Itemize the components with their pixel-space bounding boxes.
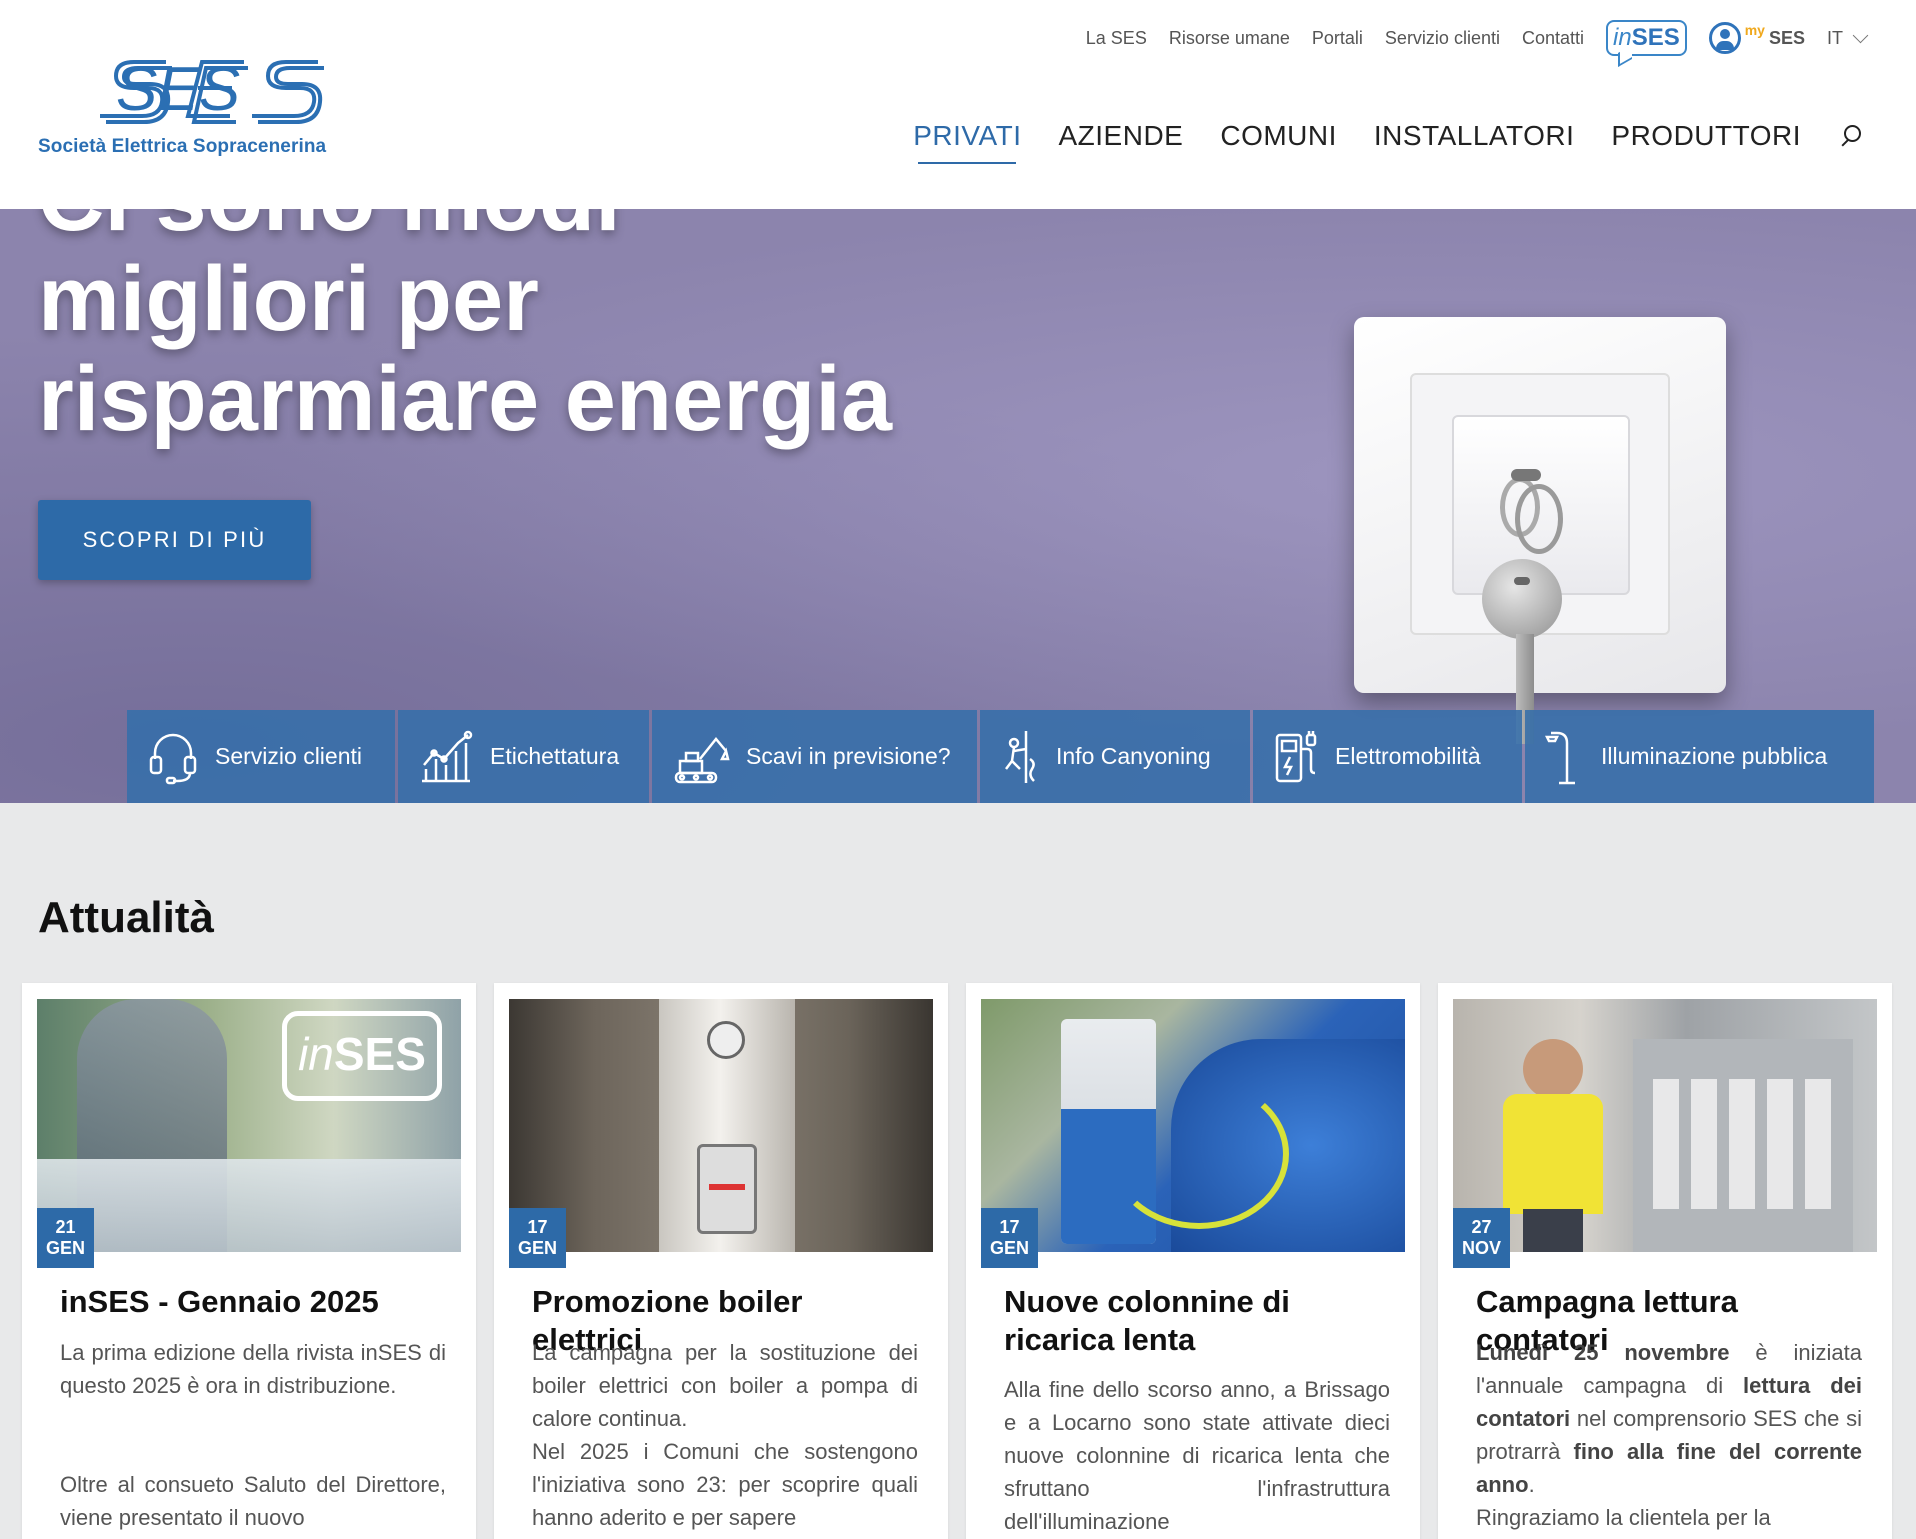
news-card[interactable]: inSES 21 GEN inSES - Gennaio 2025 La prim… bbox=[22, 983, 476, 1539]
news-card[interactable]: 17 GEN Promozione boiler elettrici La cam… bbox=[494, 983, 948, 1539]
myses-link[interactable]: my SES bbox=[1708, 22, 1805, 54]
news-card-title[interactable]: Nuove colonnine di ricarica lenta bbox=[1004, 1283, 1390, 1359]
news-card-excerpt: Alla fine dello scorso anno, a Brissago … bbox=[1004, 1377, 1390, 1534]
news-card-excerpt: Ringraziamo la clientela per la bbox=[1476, 1505, 1771, 1530]
news-card-excerpt: La prima edizione della rivista inSES di… bbox=[60, 1340, 446, 1398]
news-card-excerpt: La campagna per la sostituzione dei boil… bbox=[532, 1340, 918, 1431]
quicklink-servizio-clienti[interactable]: Servizio clienti bbox=[127, 710, 395, 803]
excavator-icon bbox=[674, 736, 730, 783]
topnav-servizio-clienti[interactable]: Servizio clienti bbox=[1385, 28, 1500, 49]
utility-nav: La SES Risorse umane Portali Servizio cl… bbox=[1086, 16, 1869, 60]
quicklink-illuminazione[interactable]: Illuminazione pubblica bbox=[1525, 710, 1874, 803]
news-card-excerpt: Oltre al consueto Saluto del Direttore, … bbox=[60, 1472, 446, 1530]
news-card[interactable]: 27 NOV Campagna lettura contatori Lunedì … bbox=[1438, 983, 1892, 1539]
topnav-portali[interactable]: Portali bbox=[1312, 28, 1363, 49]
ses-logo[interactable]: SES Società Elettrica Sopracenerina bbox=[36, 52, 356, 162]
quick-links-bar: Servizio clienti Etichettatura Scavi in … bbox=[127, 710, 1874, 803]
news-card[interactable]: 17 GEN Nuove colonnine di ricarica lenta … bbox=[966, 983, 1420, 1539]
news-card-image bbox=[1453, 999, 1877, 1252]
nav-installatori[interactable]: INSTALLATORI bbox=[1374, 120, 1575, 152]
inses-link[interactable]: inSES bbox=[1606, 16, 1687, 60]
quicklink-scavi[interactable]: Scavi in previsione? bbox=[652, 710, 977, 803]
streetlight-icon bbox=[1545, 731, 1575, 784]
news-card-title[interactable]: inSES - Gennaio 2025 bbox=[60, 1283, 446, 1321]
inses-logo-icon: inSES bbox=[282, 1011, 442, 1101]
user-icon bbox=[1708, 22, 1741, 54]
hero-banner: Ci sono modi migliori per risparmiare en… bbox=[0, 209, 1916, 803]
news-cards: inSES 21 GEN inSES - Gennaio 2025 La prim… bbox=[22, 983, 1892, 1539]
news-date-badge: 27 NOV bbox=[1453, 1208, 1510, 1268]
charging-station-icon bbox=[1275, 730, 1317, 782]
news-section-title: Attualità bbox=[38, 893, 214, 942]
inses-logo-icon: inSES bbox=[1606, 20, 1687, 56]
discover-more-button[interactable]: SCOPRI DI PIÙ bbox=[38, 500, 311, 580]
nav-comuni[interactable]: COMUNI bbox=[1220, 120, 1337, 152]
news-date-badge: 21 GEN bbox=[37, 1208, 94, 1268]
site-header: SES Società Elettrica Sopracenerina La S… bbox=[0, 0, 1916, 209]
quicklink-elettromobilita[interactable]: Elettromobilità bbox=[1253, 710, 1522, 803]
news-date-badge: 17 GEN bbox=[509, 1208, 566, 1268]
canyoning-icon bbox=[1005, 730, 1035, 783]
news-card-image: inSES bbox=[37, 999, 461, 1252]
ses-logo-mark: SES bbox=[100, 55, 324, 124]
quicklink-etichettatura[interactable]: Etichettatura bbox=[398, 710, 649, 803]
topnav-contatti[interactable]: Contatti bbox=[1522, 28, 1584, 49]
news-card-image bbox=[509, 999, 933, 1252]
key-image bbox=[1482, 559, 1562, 639]
news-card-image bbox=[981, 999, 1405, 1252]
hero-title: Ci sono modi migliori per risparmiare en… bbox=[38, 209, 893, 450]
nav-produttori[interactable]: PRODUTTORI bbox=[1611, 120, 1801, 152]
nav-privati[interactable]: PRIVATI bbox=[913, 120, 1021, 164]
chart-growth-icon bbox=[422, 730, 473, 782]
quicklink-canyoning[interactable]: Info Canyoning bbox=[980, 710, 1250, 803]
nav-aziende[interactable]: AZIENDE bbox=[1058, 120, 1183, 152]
ses-logo-tagline: Società Elettrica Sopracenerina bbox=[38, 136, 327, 157]
topnav-risorse-umane[interactable]: Risorse umane bbox=[1169, 28, 1290, 49]
language-selector[interactable]: IT bbox=[1827, 27, 1869, 49]
headset-icon bbox=[149, 733, 197, 784]
search-icon[interactable] bbox=[1839, 125, 1861, 147]
news-card-excerpt: Nel 2025 i Comuni che sostengono l'inizi… bbox=[532, 1439, 918, 1530]
svg-text:SES: SES bbox=[116, 55, 240, 124]
topnav-la-ses[interactable]: La SES bbox=[1086, 28, 1147, 49]
main-nav: PRIVATI AZIENDE COMUNI INSTALLATORI PROD… bbox=[876, 120, 1861, 164]
news-date-badge: 17 GEN bbox=[981, 1208, 1038, 1268]
chevron-down-icon bbox=[1852, 27, 1869, 43]
news-card-excerpt: Lunedì 25 novembre è iniziata l'annuale … bbox=[1476, 1340, 1862, 1497]
